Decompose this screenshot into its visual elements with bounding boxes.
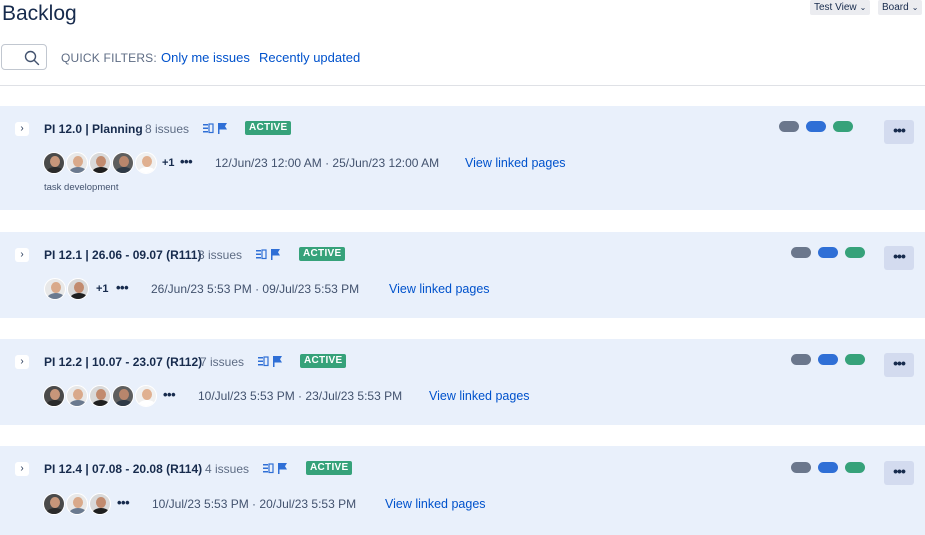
- page-title: Backlog: [2, 2, 77, 25]
- sprint-dates: 10/Jul/23 5:53 PM · 20/Jul/23 5:53 PM: [152, 497, 357, 511]
- status-pill-blue: [818, 462, 838, 473]
- list-icon: [203, 123, 214, 134]
- more-icon[interactable]: •••: [884, 246, 914, 270]
- more-icon[interactable]: •••: [884, 120, 914, 144]
- status-badge: ACTIVE: [300, 354, 347, 368]
- flag-icon: [271, 249, 280, 260]
- status-badge: ACTIVE: [245, 121, 292, 135]
- sprint-icons: [263, 461, 291, 475]
- list-icon: [256, 249, 267, 260]
- avatar[interactable]: [43, 493, 65, 515]
- divider: [0, 85, 925, 86]
- chevron-right-icon[interactable]: ›: [15, 462, 29, 476]
- status-pill-gray: [791, 354, 811, 365]
- status-pill-blue: [806, 121, 826, 132]
- status-pill-gray: [791, 247, 811, 258]
- status-badge: ACTIVE: [306, 461, 353, 475]
- status-pill-green: [833, 121, 853, 132]
- sprint-row: › PI 12.0 | Planning 8 issues ACTIVE •••…: [0, 106, 925, 210]
- avatar[interactable]: [66, 385, 88, 407]
- flag-icon: [278, 463, 287, 474]
- chevron-right-icon[interactable]: ›: [15, 248, 29, 262]
- avatar[interactable]: [66, 493, 88, 515]
- avatar[interactable]: [43, 152, 65, 174]
- sprint-row: › PI 12.2 | 10.07 - 23.07 (R112) 7 issue…: [0, 339, 925, 425]
- avatar[interactable]: [135, 152, 157, 174]
- test-view-label: Test View: [814, 2, 857, 13]
- more-members-icon[interactable]: •••: [117, 495, 130, 510]
- status-pill-blue: [818, 354, 838, 365]
- view-linked-pages-link[interactable]: View linked pages: [389, 282, 490, 296]
- status-badge: ACTIVE: [299, 247, 346, 261]
- avatar[interactable]: [66, 152, 88, 174]
- extra-members-count[interactable]: +1: [162, 157, 175, 169]
- chevron-down-icon: ⌄: [859, 3, 867, 12]
- search-icon: [24, 50, 40, 66]
- issue-count: 3 issues: [198, 248, 243, 262]
- issue-count: 8 issues: [145, 122, 190, 136]
- sprint-dates: 26/Jun/23 5:53 PM · 09/Jul/23 5:53 PM: [151, 282, 360, 296]
- avatar[interactable]: [43, 385, 65, 407]
- status-pill-green: [845, 462, 865, 473]
- more-icon[interactable]: •••: [884, 353, 914, 377]
- more-members-icon[interactable]: •••: [163, 387, 176, 402]
- issue-count: 7 issues: [200, 355, 245, 369]
- sprint-row: › PI 12.4 | 07.08 - 20.08 (R114) 4 issue…: [0, 446, 925, 535]
- status-pill-green: [845, 247, 865, 258]
- chevron-right-icon[interactable]: ›: [15, 122, 29, 136]
- status-pill-gray: [791, 462, 811, 473]
- sprint-dates: 10/Jul/23 5:53 PM · 23/Jul/23 5:53 PM: [198, 389, 403, 403]
- issue-count: 4 issues: [205, 462, 250, 476]
- board-dropdown[interactable]: Board ⌄: [878, 0, 923, 15]
- chevron-down-icon: ⌄: [911, 3, 919, 12]
- flag-icon: [218, 123, 227, 134]
- sprint-title: PI 12.0 | Planning: [44, 122, 143, 136]
- more-icon[interactable]: •••: [884, 461, 914, 485]
- view-linked-pages-link[interactable]: View linked pages: [429, 389, 530, 403]
- sprint-icons: [256, 247, 284, 261]
- avatar[interactable]: [135, 385, 157, 407]
- top-bar: Backlog Test View ⌄ Board ⌄: [0, 0, 925, 40]
- status-pill-gray: [779, 121, 799, 132]
- sprint-title: PI 12.4 | 07.08 - 20.08 (R114): [44, 462, 203, 476]
- more-members-icon[interactable]: •••: [180, 154, 193, 169]
- search-input[interactable]: [1, 44, 47, 70]
- avatar[interactable]: [44, 278, 66, 300]
- sprint-title: PI 12.2 | 10.07 - 23.07 (R112): [44, 355, 203, 369]
- extra-members-count[interactable]: +1: [96, 283, 109, 295]
- sprint-title: PI 12.1 | 26.06 - 09.07 (R111): [44, 248, 202, 262]
- view-linked-pages-link[interactable]: View linked pages: [465, 156, 566, 170]
- more-members-icon[interactable]: •••: [116, 280, 129, 295]
- avatar[interactable]: [67, 278, 89, 300]
- status-pill-green: [845, 354, 865, 365]
- status-pill-blue: [818, 247, 838, 258]
- avatar[interactable]: [89, 493, 111, 515]
- flag-icon: [273, 356, 282, 367]
- avatar[interactable]: [112, 385, 134, 407]
- sprint-row: › PI 12.1 | 26.06 - 09.07 (R111) 3 issue…: [0, 232, 925, 318]
- avatar[interactable]: [89, 152, 111, 174]
- board-label: Board: [882, 2, 909, 13]
- chevron-right-icon[interactable]: ›: [15, 355, 29, 369]
- quick-filters-label: QUICK FILTERS:: [61, 51, 157, 65]
- only-me-filter[interactable]: Only me issues: [161, 50, 250, 65]
- avatar[interactable]: [112, 152, 134, 174]
- sprint-dates: 12/Jun/23 12:00 AM · 25/Jun/23 12:00 AM: [215, 156, 440, 170]
- avatar[interactable]: [89, 385, 111, 407]
- list-icon: [263, 463, 274, 474]
- sprint-icons: [203, 121, 231, 135]
- view-linked-pages-link[interactable]: View linked pages: [385, 497, 486, 511]
- filter-bar: QUICK FILTERS: Only me issues Recently u…: [0, 44, 925, 72]
- list-icon: [258, 356, 269, 367]
- sprint-icons: [258, 354, 286, 368]
- test-view-dropdown[interactable]: Test View ⌄: [810, 0, 871, 15]
- sprint-description: task development: [44, 182, 119, 193]
- recently-updated-filter[interactable]: Recently updated: [259, 50, 360, 65]
